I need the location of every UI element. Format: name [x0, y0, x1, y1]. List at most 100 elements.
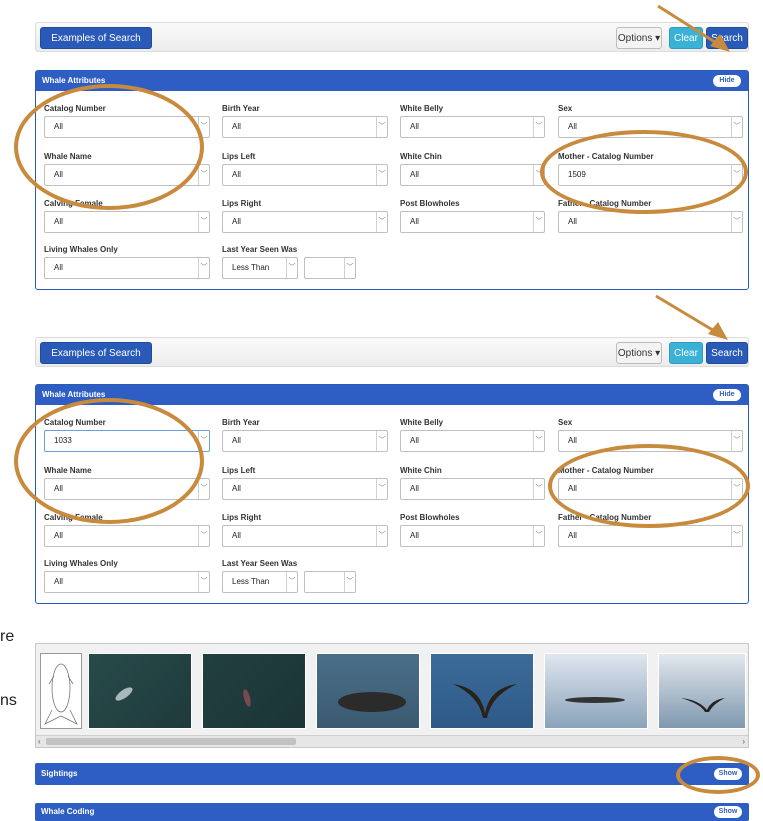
sightings-section[interactable]: Sightings Show [35, 763, 749, 785]
select-value: All [568, 217, 577, 226]
last-year-value-select[interactable]: ﹀ [304, 257, 356, 279]
sex-select[interactable]: All ﹀ [558, 430, 743, 452]
scroll-left-icon[interactable]: ‹ [38, 736, 41, 747]
last-year-value-select[interactable]: ﹀ [304, 571, 356, 593]
whale-photo-thumbnail[interactable] [316, 653, 420, 729]
catalog-number-select[interactable]: All ﹀ [44, 116, 210, 138]
sex-select[interactable]: All ﹀ [558, 116, 743, 138]
post-blowholes-select[interactable]: All ﹀ [400, 211, 545, 233]
select-value: All [410, 217, 419, 226]
whale-photo-thumbnail[interactable] [430, 653, 534, 729]
chevron-down-icon: ﹀ [533, 212, 544, 232]
mother-catalog-label: Mother - Catalog Number [558, 152, 654, 161]
clear-button[interactable]: Clear [669, 342, 703, 364]
whale-photo-thumbnail[interactable] [88, 653, 192, 729]
lips-left-select[interactable]: All ﹀ [222, 164, 388, 186]
birth-year-select[interactable]: All ﹀ [222, 116, 388, 138]
living-whales-select[interactable]: All ﹀ [44, 571, 210, 593]
white-chin-select[interactable]: All ﹀ [400, 478, 545, 500]
options-button[interactable]: Options ▾ [616, 342, 662, 364]
section-title: Sightings [41, 769, 78, 778]
last-year-operator-select[interactable]: Less Than ﹀ [222, 571, 298, 593]
lips-right-label: Lips Right [222, 199, 262, 208]
white-chin-label: White Chin [400, 466, 442, 475]
show-button[interactable]: Show [714, 768, 742, 780]
whale-outline-icon [44, 663, 78, 725]
select-value: All [410, 122, 419, 131]
white-belly-select[interactable]: All ﹀ [400, 430, 545, 452]
select-value: All [54, 122, 63, 131]
chevron-down-icon: ﹀ [376, 212, 387, 232]
catalog-number-select[interactable]: 1033 ﹀ [44, 430, 210, 452]
select-value: All [54, 170, 63, 179]
whale-photo-thumbnail[interactable] [658, 653, 746, 729]
scrollbar-thumb[interactable] [46, 738, 296, 745]
chevron-down-icon: ﹀ [198, 526, 209, 546]
white-belly-label: White Belly [400, 418, 444, 427]
clear-button[interactable]: Clear [669, 27, 703, 49]
calving-female-select[interactable]: All ﹀ [44, 211, 210, 233]
select-value: All [54, 263, 63, 272]
whale-photo-thumbnail[interactable] [202, 653, 306, 729]
whale-name-label: Whale Name [44, 152, 92, 161]
chevron-down-icon: ﹀ [376, 526, 387, 546]
search-button[interactable]: Search [706, 27, 748, 49]
white-belly-label: White Belly [400, 104, 444, 113]
select-value: All [410, 484, 419, 493]
chevron-down-icon: ﹀ [731, 431, 742, 451]
last-year-operator-select[interactable]: Less Than ﹀ [222, 257, 298, 279]
examples-button[interactable]: Examples of Search Criteria [40, 27, 152, 66]
calving-female-label: Calving Female [44, 513, 103, 522]
hide-button[interactable]: Hide [713, 389, 741, 401]
mother-catalog-select[interactable]: 1509 ﹀ [558, 164, 743, 186]
whale-photo [243, 689, 251, 707]
birth-year-select[interactable]: All ﹀ [222, 430, 388, 452]
calving-female-select[interactable]: All ﹀ [44, 525, 210, 547]
chevron-down-icon: ﹀ [376, 479, 387, 499]
select-value: All [54, 531, 63, 540]
calving-female-label: Calving Female [44, 199, 103, 208]
post-blowholes-label: Post Blowholes [400, 199, 460, 208]
white-belly-select[interactable]: All ﹀ [400, 116, 545, 138]
options-button[interactable]: Options ▾ [616, 27, 662, 49]
whale-name-select[interactable]: All ﹀ [44, 164, 210, 186]
search-button[interactable]: Search [706, 342, 748, 364]
white-chin-select[interactable]: All ﹀ [400, 164, 545, 186]
chevron-down-icon: ﹀ [198, 479, 209, 499]
whale-attributes-panel-1: Whale Attributes Hide Catalog Number All… [35, 70, 749, 290]
lips-left-select[interactable]: All ﹀ [222, 478, 388, 500]
lips-right-select[interactable]: All ﹀ [222, 211, 388, 233]
scroll-right-icon[interactable]: › [742, 736, 745, 747]
hide-button[interactable]: Hide [713, 75, 741, 87]
select-value: All [232, 436, 241, 445]
father-catalog-select[interactable]: All ﹀ [558, 211, 743, 233]
show-button[interactable]: Show [714, 806, 742, 818]
select-value: All [232, 217, 241, 226]
father-catalog-select[interactable]: All ﹀ [558, 525, 743, 547]
catalog-number-label: Catalog Number [44, 104, 106, 113]
father-catalog-label: Father - Catalog Number [558, 513, 652, 522]
whale-name-label: Whale Name [44, 466, 92, 475]
sex-label: Sex [558, 418, 573, 427]
living-whales-select[interactable]: All ﹀ [44, 257, 210, 279]
chevron-down-icon: ﹀ [533, 431, 544, 451]
post-blowholes-select[interactable]: All ﹀ [400, 525, 545, 547]
whale-photo-thumbnail[interactable] [544, 653, 648, 729]
lips-right-select[interactable]: All ﹀ [222, 525, 388, 547]
whale-coding-section[interactable]: Whale Coding Show [35, 803, 749, 821]
cropped-side-text: re [0, 628, 15, 645]
mother-catalog-select[interactable]: All ﹀ [558, 478, 743, 500]
chevron-down-icon: ﹀ [344, 572, 355, 592]
whale-name-select[interactable]: All ﹀ [44, 478, 210, 500]
gallery-scrollbar[interactable]: ‹ › [36, 735, 748, 747]
select-value: All [568, 122, 577, 131]
chevron-down-icon: ﹀ [533, 165, 544, 185]
chevron-down-icon: ﹀ [286, 258, 297, 278]
panel-title: Whale Attributes [36, 385, 748, 405]
whale-photo [565, 697, 625, 703]
select-value: All [568, 436, 577, 445]
examples-button[interactable]: Examples of Search Criteria [40, 342, 152, 381]
whale-diagram-thumbnail[interactable] [40, 653, 82, 729]
chevron-down-icon: ﹀ [533, 526, 544, 546]
catalog-number-label: Catalog Number [44, 418, 106, 427]
